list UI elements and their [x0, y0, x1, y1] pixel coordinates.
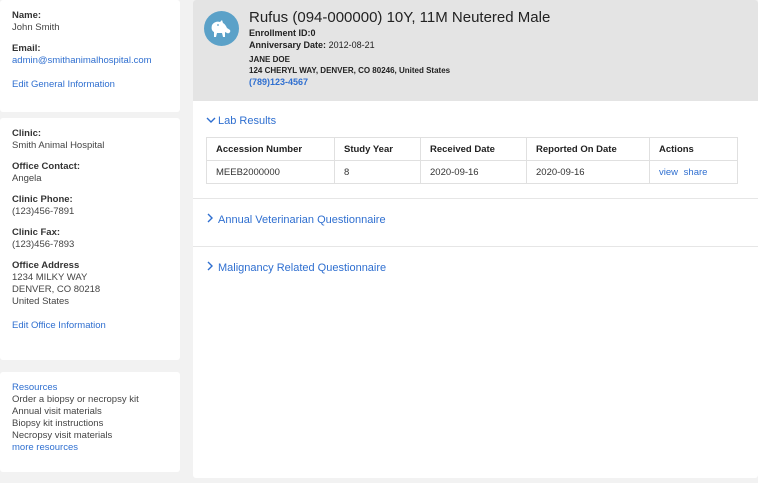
resource-order-kit[interactable]: Order a biopsy or necropsy kit: [12, 394, 168, 406]
office-address-label: Office Address: [12, 260, 80, 271]
user-email-link[interactable]: admin@smithanimalhospital.com: [12, 55, 152, 66]
owner-name: JANE DOE: [249, 55, 290, 64]
annual-questionnaire-section: Annual Veterinarian Questionnaire: [193, 199, 758, 247]
clinic-info-card: Clinic: Smith Animal Hospital Office Con…: [0, 118, 180, 360]
anniversary-value: 2012-08-21: [328, 40, 375, 50]
lab-results-table: Accession Number Study Year Received Dat…: [206, 137, 738, 184]
clinic-fax-label: Clinic Fax:: [12, 227, 61, 238]
chevron-down-icon: [206, 115, 218, 127]
cell-received: 2020-09-16: [420, 160, 527, 184]
clinic-label: Clinic:: [12, 128, 42, 139]
cell-accession: MEEB2000000: [206, 160, 335, 184]
resource-annual-visit[interactable]: Annual visit materials: [12, 406, 168, 418]
resource-biopsy-instructions[interactable]: Biopsy kit instructions: [12, 418, 168, 430]
annual-questionnaire-toggle[interactable]: Annual Veterinarian Questionnaire: [206, 213, 758, 226]
table-header-row: Accession Number Study Year Received Dat…: [206, 137, 738, 161]
col-actions: Actions: [649, 137, 738, 161]
chevron-right-icon: [206, 213, 218, 226]
anniversary-label: Anniversary Date:: [249, 40, 327, 50]
resource-necropsy-materials[interactable]: Necropsy visit materials: [12, 430, 168, 442]
share-link[interactable]: share: [684, 167, 708, 178]
cell-actions: view share: [649, 160, 738, 184]
edit-general-info-link[interactable]: Edit General Information: [12, 79, 115, 90]
col-reported-on-date: Reported On Date: [526, 137, 650, 161]
lab-results-section: Lab Results Accession Number Study Year …: [193, 101, 758, 199]
user-name: John Smith: [12, 22, 60, 33]
malignancy-questionnaire-toggle[interactable]: Malignancy Related Questionnaire: [206, 261, 758, 274]
clinic-name: Smith Animal Hospital: [12, 140, 105, 151]
owner-phone-link[interactable]: (789)123-4567: [249, 76, 550, 89]
user-info-card: Name: John Smith Email: admin@smithanima…: [0, 0, 180, 112]
enrollment-id: Enrollment ID:0: [249, 28, 316, 38]
more-resources-link[interactable]: more resources: [12, 442, 168, 454]
resources-card: Resources Order a biopsy or necropsy kit…: [0, 372, 180, 472]
malignancy-questionnaire-title: Malignancy Related Questionnaire: [218, 261, 387, 274]
owner-address: 124 CHERYL WAY, DENVER, CO 80246, United…: [249, 66, 451, 75]
dog-icon: [204, 11, 239, 46]
patient-header: Rufus (094-000000) 10Y, 11M Neutered Mal…: [193, 0, 758, 101]
cell-reported: 2020-09-16: [526, 160, 650, 184]
office-address-line1: 1234 MILKY WAY: [12, 272, 88, 283]
name-label: Name:: [12, 10, 42, 21]
email-label: Email:: [12, 43, 41, 54]
col-received-date: Received Date: [420, 137, 527, 161]
office-address-line2: DENVER, CO 80218: [12, 284, 101, 295]
view-link[interactable]: view: [659, 167, 678, 178]
office-address-line3: United States: [12, 296, 70, 307]
office-contact: Angela: [12, 173, 42, 184]
clinic-phone-label: Clinic Phone:: [12, 194, 73, 205]
lab-results-title: Lab Results: [218, 115, 277, 127]
annual-questionnaire-title: Annual Veterinarian Questionnaire: [218, 213, 386, 226]
patient-title: Rufus (094-000000) 10Y, 11M Neutered Mal…: [249, 9, 551, 26]
anniversary-date: Anniversary Date: 2012-08-21: [249, 39, 550, 51]
chevron-right-icon: [206, 261, 218, 274]
malignancy-questionnaire-section: Malignancy Related Questionnaire: [193, 247, 758, 295]
col-accession-number: Accession Number: [206, 137, 335, 161]
office-contact-label: Office Contact:: [12, 161, 81, 172]
edit-office-info-link[interactable]: Edit Office Information: [12, 320, 106, 331]
lab-results-toggle[interactable]: Lab Results: [206, 115, 758, 127]
col-study-year: Study Year: [334, 137, 421, 161]
clinic-fax: (123)456-7893: [12, 239, 75, 250]
main-panel: Rufus (094-000000) 10Y, 11M Neutered Mal…: [193, 0, 758, 478]
resources-link[interactable]: Resources: [12, 382, 168, 394]
patient-info: Rufus (094-000000) 10Y, 11M Neutered Mal…: [249, 8, 550, 89]
sidebar: Name: John Smith Email: admin@smithanima…: [0, 0, 180, 483]
cell-study-year: 8: [334, 160, 421, 184]
table-row: MEEB2000000 8 2020-09-16 2020-09-16 view…: [206, 160, 738, 184]
clinic-phone: (123)456-7891: [12, 206, 75, 217]
